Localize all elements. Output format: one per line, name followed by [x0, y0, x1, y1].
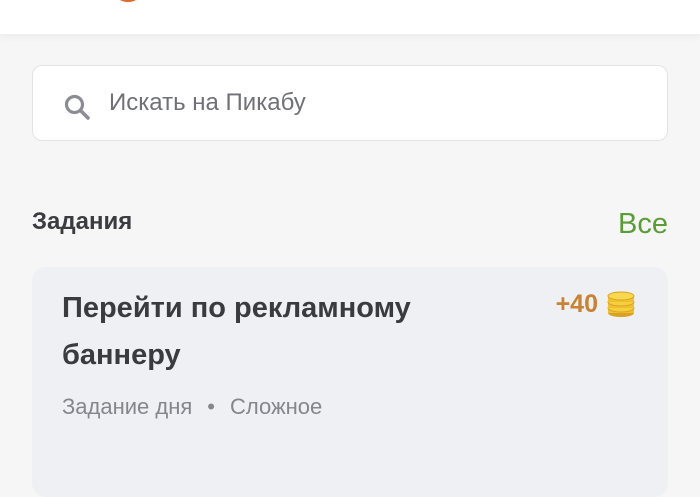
task-meta: Задание дня • Сложное — [62, 394, 322, 420]
search-icon — [64, 94, 90, 120]
task-card[interactable]: Перейти по рекламному баннеру +40 Задани… — [32, 267, 668, 497]
top-header — [0, 0, 700, 34]
section-title: Задания — [32, 208, 133, 235]
task-type: Задание дня — [62, 394, 193, 419]
logo-icon[interactable] — [111, 0, 145, 2]
task-difficulty: Сложное — [229, 394, 323, 419]
search-box[interactable] — [32, 65, 668, 141]
see-all-link[interactable]: Все — [618, 208, 668, 241]
coins-icon — [607, 291, 635, 317]
task-reward: +40 — [556, 289, 636, 319]
reward-value: +40 — [555, 289, 598, 318]
task-title: Перейти по рекламному баннеру — [62, 292, 411, 371]
meta-separator: • — [207, 394, 215, 419]
search-input[interactable] — [109, 66, 649, 140]
